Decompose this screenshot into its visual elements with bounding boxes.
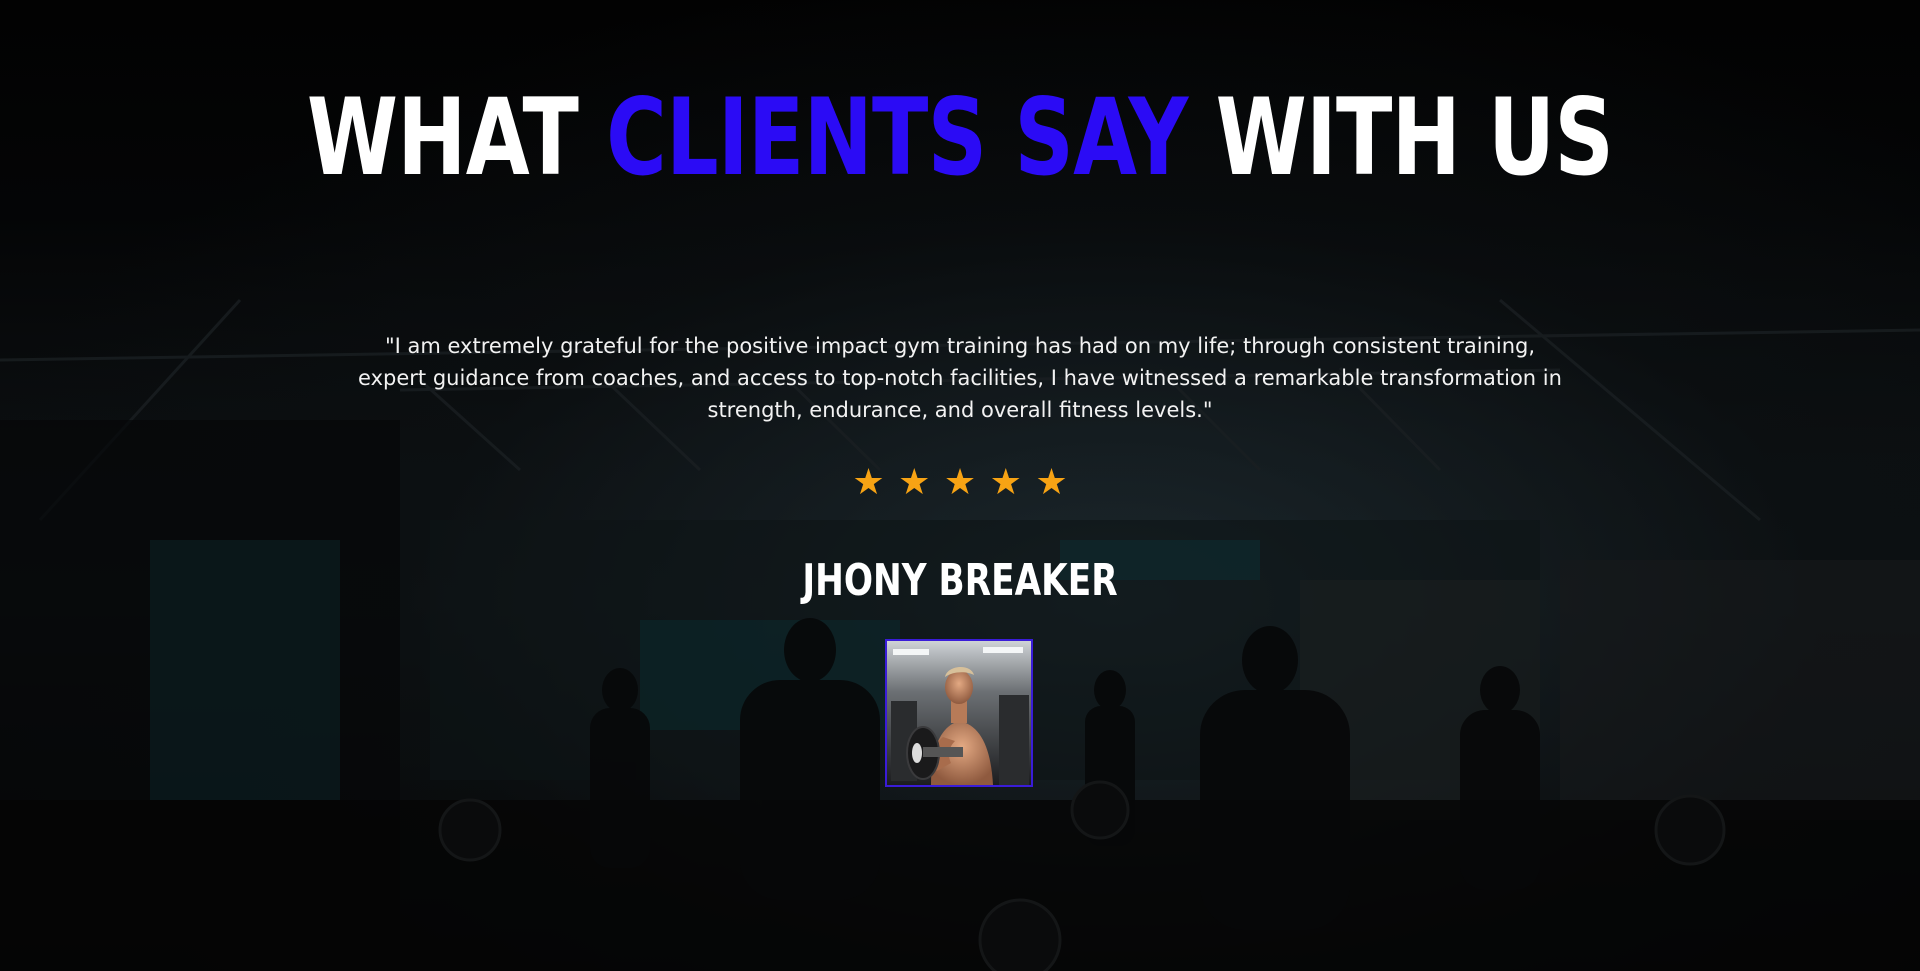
bodybuilder-photo-icon [887, 641, 1031, 785]
star-icon: ★ [852, 462, 885, 503]
section-heading: WHAT CLIENTS SAY WITH US [211, 85, 1709, 191]
testimonials-section: WHAT CLIENTS SAY WITH US "I am extremely… [0, 0, 1920, 971]
heading-accent-clients-say: CLIENTS SAY [606, 76, 1188, 199]
star-icon: ★ [898, 462, 931, 503]
client-avatar [885, 639, 1033, 787]
star-icon: ★ [989, 462, 1022, 503]
client-name: JHONY BREAKER [802, 555, 1118, 606]
star-rating: ★ ★ ★ ★ ★ [0, 463, 1920, 503]
heading-part-what: WHAT [306, 76, 579, 199]
star-icon: ★ [1035, 462, 1068, 503]
heading-part-with-us: WITH US [1215, 76, 1614, 199]
testimonial-quote: "I am extremely grateful for the positiv… [358, 334, 1562, 422]
star-icon: ★ [943, 462, 977, 503]
